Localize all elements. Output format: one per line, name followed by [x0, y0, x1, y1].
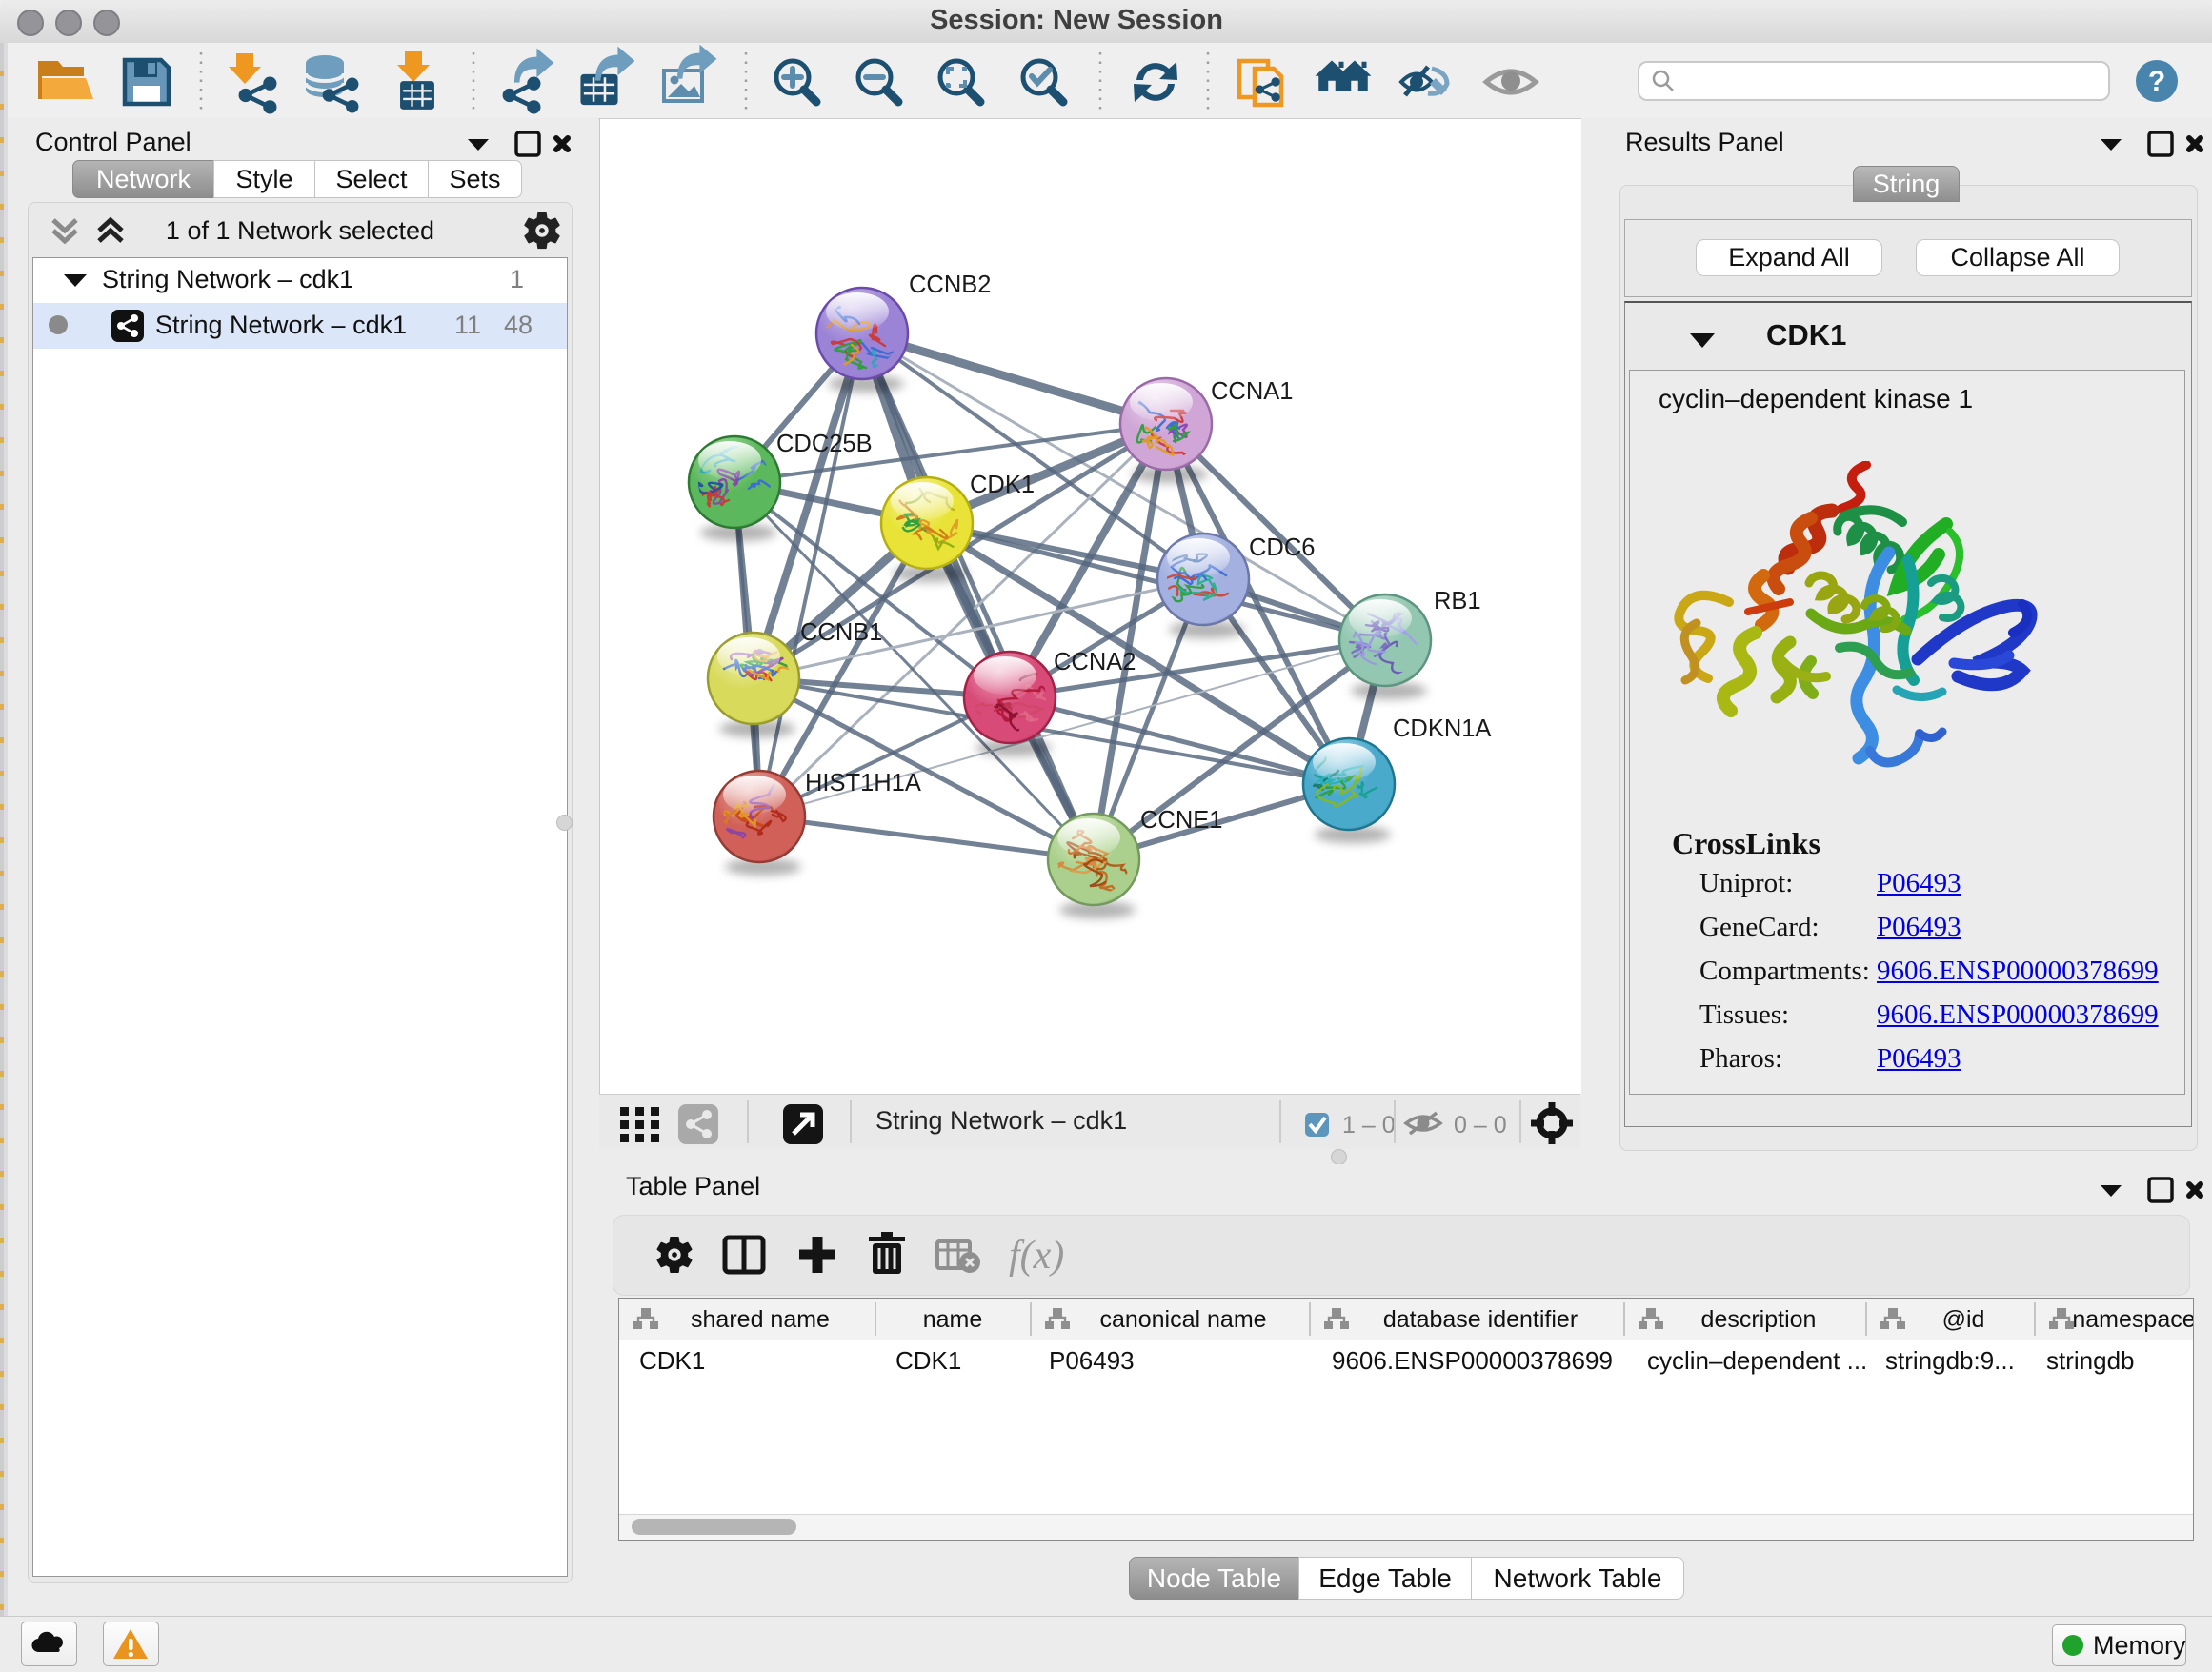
svg-text:database identifier: database identifier: [1383, 1306, 1578, 1333]
svg-text:CCNA2: CCNA2: [1054, 649, 1136, 675]
svg-text:HIST1H1A: HIST1H1A: [805, 770, 921, 796]
svg-text:description: description: [1701, 1306, 1817, 1333]
svg-text:namespace: namespace: [2072, 1306, 2193, 1333]
svg-text:0 – 0: 0 – 0: [1454, 1112, 1507, 1138]
svg-text:f(x): f(x): [1009, 1234, 1064, 1278]
svg-text:CCNB1: CCNB1: [800, 619, 882, 646]
svg-text:RB1: RB1: [1434, 588, 1481, 614]
svg-text:CCNB2: CCNB2: [909, 272, 991, 298]
svg-text:@id: @id: [1942, 1306, 1985, 1333]
svg-text:CDKN1A: CDKN1A: [1393, 715, 1491, 742]
svg-text:?: ?: [2148, 66, 2165, 97]
svg-text:canonical name: canonical name: [1099, 1306, 1266, 1333]
svg-text:CDK1: CDK1: [970, 472, 1035, 498]
svg-text:CDC6: CDC6: [1249, 534, 1315, 561]
svg-text:CCNA1: CCNA1: [1211, 378, 1293, 405]
svg-text:CCNE1: CCNE1: [1140, 807, 1222, 834]
svg-text:shared name: shared name: [691, 1306, 830, 1333]
svg-text:CDC25B: CDC25B: [776, 431, 873, 457]
svg-text:1 – 0: 1 – 0: [1342, 1112, 1396, 1138]
svg-text:name: name: [923, 1306, 983, 1333]
